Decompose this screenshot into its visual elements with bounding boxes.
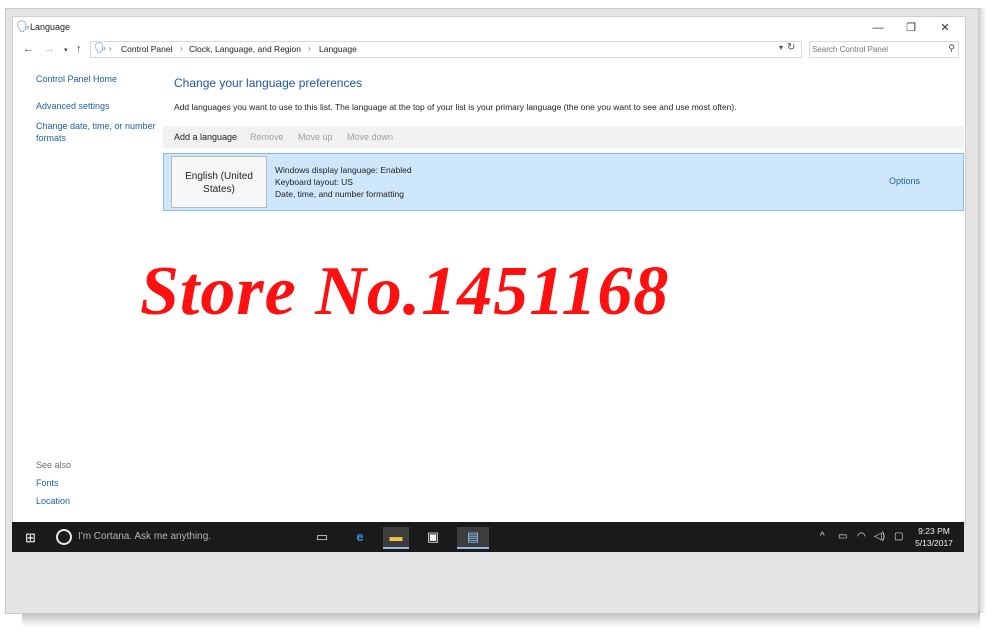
address-row: ← → ▾ ↑ 🗣 › Control Panel › Clock, Langu… [13, 39, 965, 59]
back-arrow-icon[interactable]: ← [23, 42, 34, 56]
search-icon[interactable]: ⚲ [948, 43, 955, 54]
sidebar-link-control-panel-home[interactable]: Control Panel Home [36, 74, 117, 84]
breadcrumb-separator-icon[interactable]: › [308, 44, 311, 53]
recent-locations-chevron-icon[interactable]: ▾ [64, 44, 68, 58]
language-list-item[interactable]: English (United States) Windows display … [163, 153, 964, 211]
language-name: English (United States) [185, 171, 253, 195]
see-also-link-fonts[interactable]: Fonts [36, 478, 59, 488]
page-description: Add languages you want to use to this li… [174, 102, 737, 112]
close-button[interactable]: ✕ [930, 19, 960, 37]
show-hidden-icons-chevron-icon[interactable]: ^ [820, 531, 825, 542]
volume-icon[interactable]: ◁) [874, 531, 885, 542]
language-keyboard-layout: Keyboard layout: US [275, 177, 353, 187]
window-title: Language [30, 22, 71, 32]
clock-time: 9:23 PM [918, 526, 950, 536]
breadcrumb-language[interactable]: Language [319, 44, 357, 54]
search-input[interactable] [812, 43, 937, 55]
maximize-button[interactable]: ❐ [896, 19, 926, 37]
see-also-link-location[interactable]: Location [36, 496, 70, 506]
language-display-status: Windows display language: Enabled [275, 165, 412, 175]
move-up-button[interactable]: Move up [298, 132, 333, 142]
windows-start-icon[interactable]: ⊞ [25, 531, 36, 544]
file-explorer-icon[interactable]: ▬ [383, 527, 409, 549]
wifi-icon[interactable]: ◠ [857, 531, 866, 542]
minimize-button[interactable]: — [863, 19, 893, 37]
breadcrumb-separator-icon[interactable]: › [180, 44, 183, 53]
page-title: Change your language preferences [174, 76, 363, 90]
sidebar-link-advanced-settings[interactable]: Advanced settings [36, 101, 110, 111]
sidebar-link-date-time-formats[interactable]: Change date, time, or number formats [36, 120, 161, 144]
language-name-button[interactable]: English (United States) [171, 156, 267, 208]
remove-button[interactable]: Remove [250, 132, 284, 142]
taskbar: ⊞ I'm Cortana. Ask me anything. ▭ e ▬ ▣ … [12, 522, 964, 552]
address-dropdown-chevron-icon[interactable]: ▾ [779, 43, 783, 52]
control-panel-taskbar-icon[interactable]: ▤ [457, 527, 489, 549]
store-watermark: Store No.1451168 [140, 253, 670, 330]
notifications-icon[interactable]: ▢ [894, 531, 903, 542]
move-down-button[interactable]: Move down [347, 132, 393, 142]
clock-date: 5/13/2017 [915, 538, 953, 548]
title-bar[interactable]: 🗣 Language — ❐ ✕ [13, 17, 965, 39]
see-also-label: See also [36, 460, 72, 470]
store-icon[interactable]: ▣ [420, 527, 446, 547]
refresh-icon[interactable]: ↻ [787, 42, 795, 53]
search-box[interactable]: ⚲ [809, 41, 959, 58]
language-app-icon: 🗣 [16, 21, 30, 33]
breadcrumb-control-panel[interactable]: Control Panel [121, 44, 173, 54]
language-formatting: Date, time, and number formatting [275, 189, 404, 199]
address-bar[interactable]: 🗣 › Control Panel › Clock, Language, and… [90, 41, 802, 58]
breadcrumb-clock-language-region[interactable]: Clock, Language, and Region [189, 44, 301, 54]
up-arrow-icon[interactable]: ↑ [76, 42, 82, 56]
cortana-icon[interactable] [56, 529, 72, 545]
control-panel-icon: 🗣 [94, 43, 107, 54]
battery-icon[interactable]: ▭ [838, 531, 847, 542]
forward-arrow-icon[interactable]: → [44, 42, 55, 56]
language-options-link[interactable]: Options [889, 176, 920, 186]
system-clock[interactable]: 9:23 PM 5/13/2017 [912, 525, 956, 549]
breadcrumb-separator-icon[interactable]: › [109, 44, 112, 53]
edge-browser-icon[interactable]: e [347, 527, 373, 547]
language-toolbar: Add a language Remove Move up Move down [163, 126, 964, 148]
add-language-button[interactable]: Add a language [174, 132, 237, 142]
cortana-search-box[interactable]: I'm Cortana. Ask me anything. [78, 531, 211, 542]
task-view-icon[interactable]: ▭ [309, 527, 335, 547]
